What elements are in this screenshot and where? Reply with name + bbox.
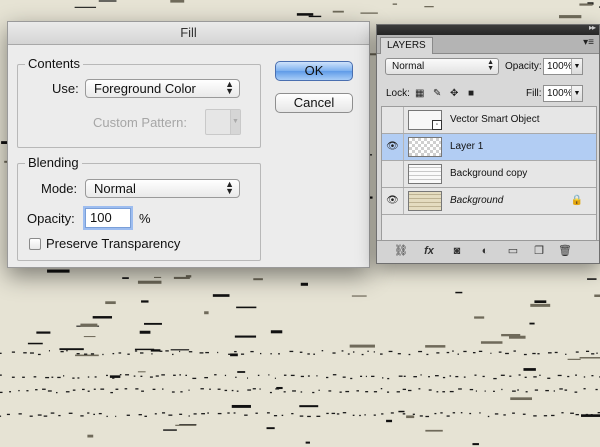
mode-label: Mode: bbox=[41, 181, 78, 196]
cancel-button[interactable]: Cancel bbox=[275, 93, 353, 113]
chevron-updown-icon: ▲ ▼ bbox=[487, 59, 494, 72]
dropdown-arrow-icon[interactable]: ▼ bbox=[571, 86, 582, 101]
lock-label: Lock: bbox=[386, 88, 410, 99]
mode-select[interactable]: Normal ▲ ▼ bbox=[85, 179, 240, 198]
lock-all-icon[interactable]: ■ bbox=[468, 88, 474, 100]
adjustment-icon[interactable]: ◐ bbox=[478, 244, 492, 258]
lock-transparent-icon[interactable]: ▦ bbox=[415, 88, 424, 100]
collapse-icon[interactable]: ▸▸ bbox=[589, 23, 596, 32]
visibility-toggle-empty[interactable] bbox=[382, 107, 404, 133]
layer-row-layer-1[interactable]: 👁 Layer 1 bbox=[382, 134, 596, 161]
layer-name: Vector Smart Object bbox=[450, 114, 540, 125]
folder-icon[interactable]: ▭ bbox=[506, 244, 520, 258]
opacity-label: Opacity: bbox=[505, 61, 542, 72]
opacity-input[interactable]: 100 bbox=[85, 208, 131, 228]
chevron-updown-icon: ▲ ▼ bbox=[225, 79, 234, 96]
preserve-transparency-checkbox[interactable] bbox=[29, 238, 41, 250]
fill-dialog: Fill Contents Use: Foreground Color ▲ ▼ C… bbox=[7, 21, 370, 268]
new-layer-icon[interactable]: ❐ bbox=[532, 244, 546, 258]
layer-opacity-input[interactable]: 100% ▼ bbox=[543, 58, 583, 75]
eye-icon[interactable]: 👁 bbox=[382, 188, 404, 214]
dropdown-arrow-icon[interactable]: ▼ bbox=[571, 59, 582, 74]
layer-row-background[interactable]: 👁 Background 🔒 bbox=[382, 188, 596, 215]
trash-icon[interactable]: 🗑 bbox=[558, 244, 572, 258]
use-label: Use: bbox=[52, 81, 79, 96]
panel-tab-bar: LAYERS ▾≡ bbox=[377, 35, 599, 54]
blending-group-title: Blending bbox=[25, 155, 82, 171]
lock-image-icon[interactable]: ✎ bbox=[433, 88, 441, 100]
contents-group: Contents bbox=[17, 56, 261, 148]
smart-object-thumbnail: ▫ bbox=[408, 110, 442, 130]
preserve-transparency-label[interactable]: Preserve Transparency bbox=[46, 236, 180, 252]
layer-name: Background copy bbox=[450, 168, 528, 179]
opacity-input-value: 100 bbox=[90, 210, 112, 225]
lock-icon: 🔒 bbox=[570, 195, 583, 206]
layer-name: Background bbox=[450, 195, 504, 206]
custom-pattern-swatch: ▼ bbox=[205, 109, 241, 135]
layer-name: Layer 1 bbox=[450, 141, 484, 152]
use-select[interactable]: Foreground Color ▲ ▼ bbox=[85, 79, 240, 98]
use-select-value: Foreground Color bbox=[94, 81, 196, 96]
mode-select-value: Normal bbox=[94, 181, 136, 196]
tab-layers[interactable]: LAYERS bbox=[380, 37, 433, 54]
layers-panel: ▸▸ LAYERS ▾≡ Normal ▲ ▼ Opacity: 100% ▼ L… bbox=[376, 23, 600, 264]
panel-footer: ⛓ fx ◙ ◐ ▭ ❐ 🗑 bbox=[377, 240, 599, 263]
background-thumbnail bbox=[408, 191, 442, 211]
custom-pattern-label: Custom Pattern: bbox=[93, 115, 187, 130]
layer-fill-value: 100% bbox=[547, 88, 573, 99]
layer-row-vector-smart-object[interactable]: ▫ Vector Smart Object bbox=[382, 107, 596, 134]
link-icon[interactable]: ⛓ bbox=[394, 244, 408, 258]
ok-button[interactable]: OK bbox=[275, 61, 353, 81]
opacity-unit: % bbox=[139, 211, 151, 226]
fill-label: Fill: bbox=[526, 88, 542, 99]
layer-row-background-copy[interactable]: Background copy bbox=[382, 161, 596, 188]
chevron-updown-icon: ▲ ▼ bbox=[225, 179, 234, 196]
layer-opacity-value: 100% bbox=[547, 61, 573, 72]
mask-icon[interactable]: ◙ bbox=[450, 244, 464, 258]
blend-mode-value: Normal bbox=[392, 61, 425, 72]
smart-object-badge-icon: ▫ bbox=[432, 120, 442, 130]
panel-titlebar: ▸▸ bbox=[377, 23, 599, 35]
dialog-title: Fill bbox=[8, 22, 369, 45]
fx-icon[interactable]: fx bbox=[422, 244, 436, 258]
layers-list: ▫ Vector Smart Object 👁 Layer 1 Backgrou… bbox=[381, 106, 597, 243]
opacity-label: Opacity: bbox=[27, 211, 75, 226]
panel-menu-icon[interactable]: ▾≡ bbox=[583, 37, 594, 48]
lock-position-icon[interactable]: ✥ bbox=[450, 88, 458, 100]
blend-mode-select[interactable]: Normal ▲ ▼ bbox=[385, 58, 499, 75]
contents-group-title: Contents bbox=[25, 56, 84, 72]
visibility-toggle-empty[interactable] bbox=[382, 161, 404, 187]
transparent-layer-thumbnail bbox=[408, 137, 442, 157]
dropdown-arrow-icon: ▼ bbox=[230, 110, 240, 134]
background-copy-thumbnail bbox=[408, 164, 442, 184]
eye-icon[interactable]: 👁 bbox=[382, 134, 404, 160]
layer-fill-input[interactable]: 100% ▼ bbox=[543, 85, 583, 102]
